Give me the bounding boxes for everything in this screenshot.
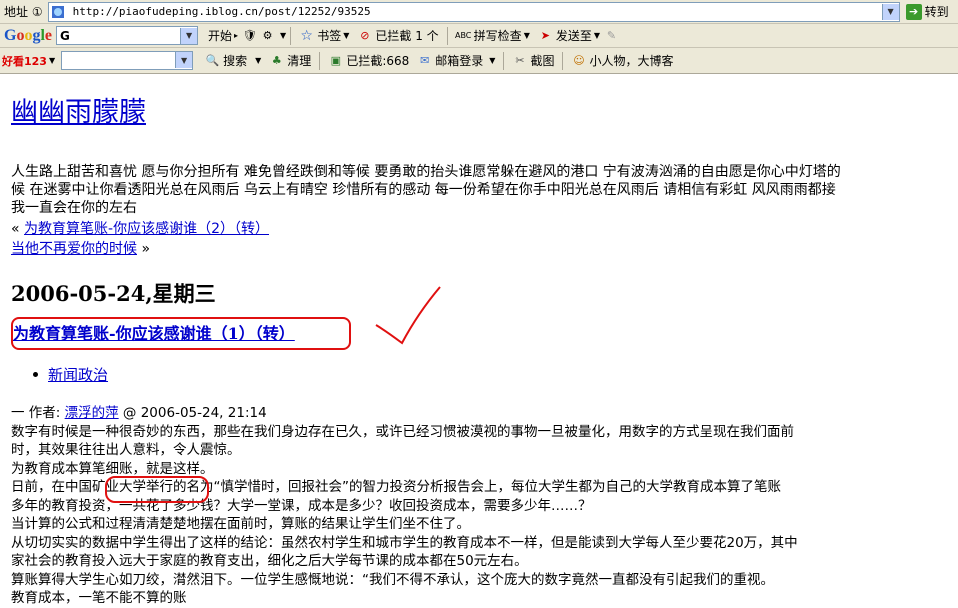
search-button[interactable]: 🔍 搜索 ▼ — [205, 52, 262, 69]
body-line: 算账算得大学生心如刀绞，潸然泪下。一位学生感慨地说：“我们不得不承认，这个庞大的… — [11, 571, 774, 588]
hao123-toolbar: 好看123 ▼ ▼ 🔍 搜索 ▼ ♣ 清理 ▣ 已拦截:668 ✉ 邮箱登录 ▼ ✂ 截图 ☺ 小… — [0, 48, 958, 74]
chevron-down-icon: ▼ — [343, 31, 350, 40]
separator — [446, 26, 448, 45]
separator — [290, 26, 292, 45]
description-line: 我一直会在你的左右 — [11, 200, 137, 216]
chevron-down-icon: ▼ — [523, 31, 530, 40]
blocker-icon: ▣ — [330, 54, 342, 67]
prev-post-link[interactable]: 为教育算笔账-你应该感谢谁（2）（转） — [24, 221, 269, 237]
bookmarks-button[interactable]: ☆ 书签 ▼ — [299, 27, 349, 44]
google-logo[interactable]: Google — [4, 27, 52, 45]
chevron-down-icon: ▼ — [48, 56, 56, 65]
chevron-down-icon[interactable]: ▼ — [280, 31, 286, 40]
options-icon[interactable]: ⚙ — [260, 28, 275, 43]
author-line: 一 作者: 漂浮的萍 @ 2006-05-24, 21:14 — [11, 404, 958, 423]
hao123-search-input[interactable]: ▼ — [61, 51, 194, 70]
google-search-dropdown-icon[interactable]: ▼ — [180, 27, 198, 44]
start-button[interactable]: 开始 ▸ — [208, 27, 238, 44]
category-item: 新闻政治 — [33, 364, 108, 385]
spellcheck-icon: ABC — [454, 31, 472, 40]
address-bar: 地址 ① http://piaofudeping.iblog.cn/post/1… — [0, 0, 958, 24]
red-checkmark-icon — [375, 286, 441, 345]
post-timestamp: @ 2006-05-24, 21:14 — [118, 405, 267, 421]
clear-button[interactable]: ♣ 清理 — [269, 52, 311, 69]
separator — [503, 51, 505, 70]
go-label: 转到 — [924, 5, 949, 19]
prev-marker: « — [11, 221, 20, 237]
chevron-down-icon: ▸ — [234, 31, 239, 40]
prev-post-nav: « 为教育算笔账-你应该感谢谁（2）（转） — [11, 220, 269, 238]
author-link[interactable]: 漂浮的萍 — [65, 405, 119, 421]
blog-description: 人生路上甜苦和喜忧 愿与你分担所有 难免曾经跌倒和等候 要勇敢的抬头谁愿常躲在避… — [11, 163, 958, 217]
address-dropdown-icon[interactable]: ▼ — [881, 3, 899, 20]
post-date: 2006-05-24,星期三 — [11, 281, 216, 306]
blog-title[interactable]: 幽幽雨朦朦 — [11, 90, 146, 129]
separator — [562, 51, 564, 70]
category-link[interactable]: 新闻政治 — [48, 364, 108, 385]
send-icon: ➤ — [540, 29, 550, 42]
red-annotation-circle — [105, 476, 209, 503]
bullet-icon — [33, 372, 38, 377]
chevron-down-icon: ▼ — [593, 31, 601, 40]
spellcheck-button[interactable]: ABC 拼写检查 ▼ — [454, 27, 530, 44]
body-line: 当计算的公式和过程清清楚楚地摆在面前时，算账的结果让学生们坐不住了。 — [11, 516, 470, 532]
next-marker: » — [141, 241, 151, 257]
google-toolbar: Google G ▼ 开始 ▸ 🛡 ⚙ ▼ ☆ 书签 ▼ ⊘ 已拦截 1 个 ABC 拼写检… — [0, 24, 958, 48]
person-icon: ☺ — [573, 54, 585, 67]
post-body: 一 作者: 漂浮的萍 @ 2006-05-24, 21:14 数字有时候是一种很… — [11, 404, 958, 608]
next-post-nav: 当他不再爱你的时候 » — [11, 240, 150, 258]
chevron-down-icon: ▼ — [489, 56, 496, 65]
pagerank-icon[interactable]: 🛡 — [242, 28, 257, 43]
google-search-prefix: G — [60, 28, 70, 43]
body-line: 家社会的教育投入远大于家庭的教育支出，细化之后大学每节课的成本都在50元左右。 — [11, 553, 528, 569]
address-input[interactable]: http://piaofudeping.iblog.cn/post/12252/… — [47, 1, 900, 22]
blog-button[interactable]: ☺ 小人物，大博客 — [571, 52, 673, 69]
screenshot-button[interactable]: ✂ 截图 — [512, 52, 554, 69]
highlight-pen-icon[interactable]: ✎ — [604, 28, 619, 43]
go-button[interactable]: ➔ 转到 — [905, 3, 949, 20]
blocked-count-button[interactable]: ▣ 已拦截:668 — [328, 52, 410, 69]
google-search-input[interactable]: G ▼ — [56, 26, 199, 45]
mail-login-button[interactable]: ✉ 邮箱登录 ▼ — [417, 52, 495, 69]
body-line: 数字有时候是一种很奇妙的东西，那些在我们身边存在已久，或许已经习惯被漠视的事物一… — [11, 423, 794, 440]
scissors-icon: ✂ — [515, 54, 525, 67]
hao123-logo[interactable]: 好看123 ▼ — [2, 53, 55, 69]
author-prefix: 一 作者: — [11, 405, 65, 421]
chevron-down-icon: ▼ — [255, 56, 262, 65]
address-label: 地址 ① — [4, 5, 43, 19]
popup-blocker-icon: ⊘ — [360, 29, 370, 42]
separator — [319, 51, 321, 70]
send-to-button[interactable]: ➤ 发送至 ▼ — [538, 27, 600, 44]
dropdown-icon[interactable]: ▼ — [175, 52, 193, 68]
url-text: http://piaofudeping.iblog.cn/post/12252/… — [72, 5, 371, 18]
body-line: 时，其效果往往出人意料，令人震惊。 — [11, 442, 241, 458]
description-line: 人生路上甜苦和喜忧 愿与你分担所有 难免曾经跌倒和等候 要勇敢的抬头谁愿常躲在避… — [11, 164, 841, 180]
body-line: 从切切实实的数据中学生得出了这样的结论：虽然农村学生和城市学生的教育成本不一样，… — [11, 534, 798, 551]
star-icon: ☆ — [300, 27, 313, 44]
search-icon: 🔍 — [205, 54, 220, 67]
go-arrow-icon: ➔ — [905, 3, 922, 20]
broom-icon: ♣ — [271, 54, 282, 67]
red-annotation-box — [11, 317, 351, 350]
page-icon — [51, 4, 66, 19]
description-line: 候 在迷雾中让你看透阳光总在风雨后 乌云上有晴空 珍惜所有的感动 每一份希望在你… — [11, 182, 836, 198]
next-post-link[interactable]: 当他不再爱你的时候 — [11, 241, 137, 257]
body-line: 教育成本，一笔不能不算的账 — [11, 590, 187, 606]
popup-blocked-button[interactable]: ⊘ 已拦截 1 个 — [357, 27, 438, 44]
mail-icon: ✉ — [420, 54, 430, 67]
